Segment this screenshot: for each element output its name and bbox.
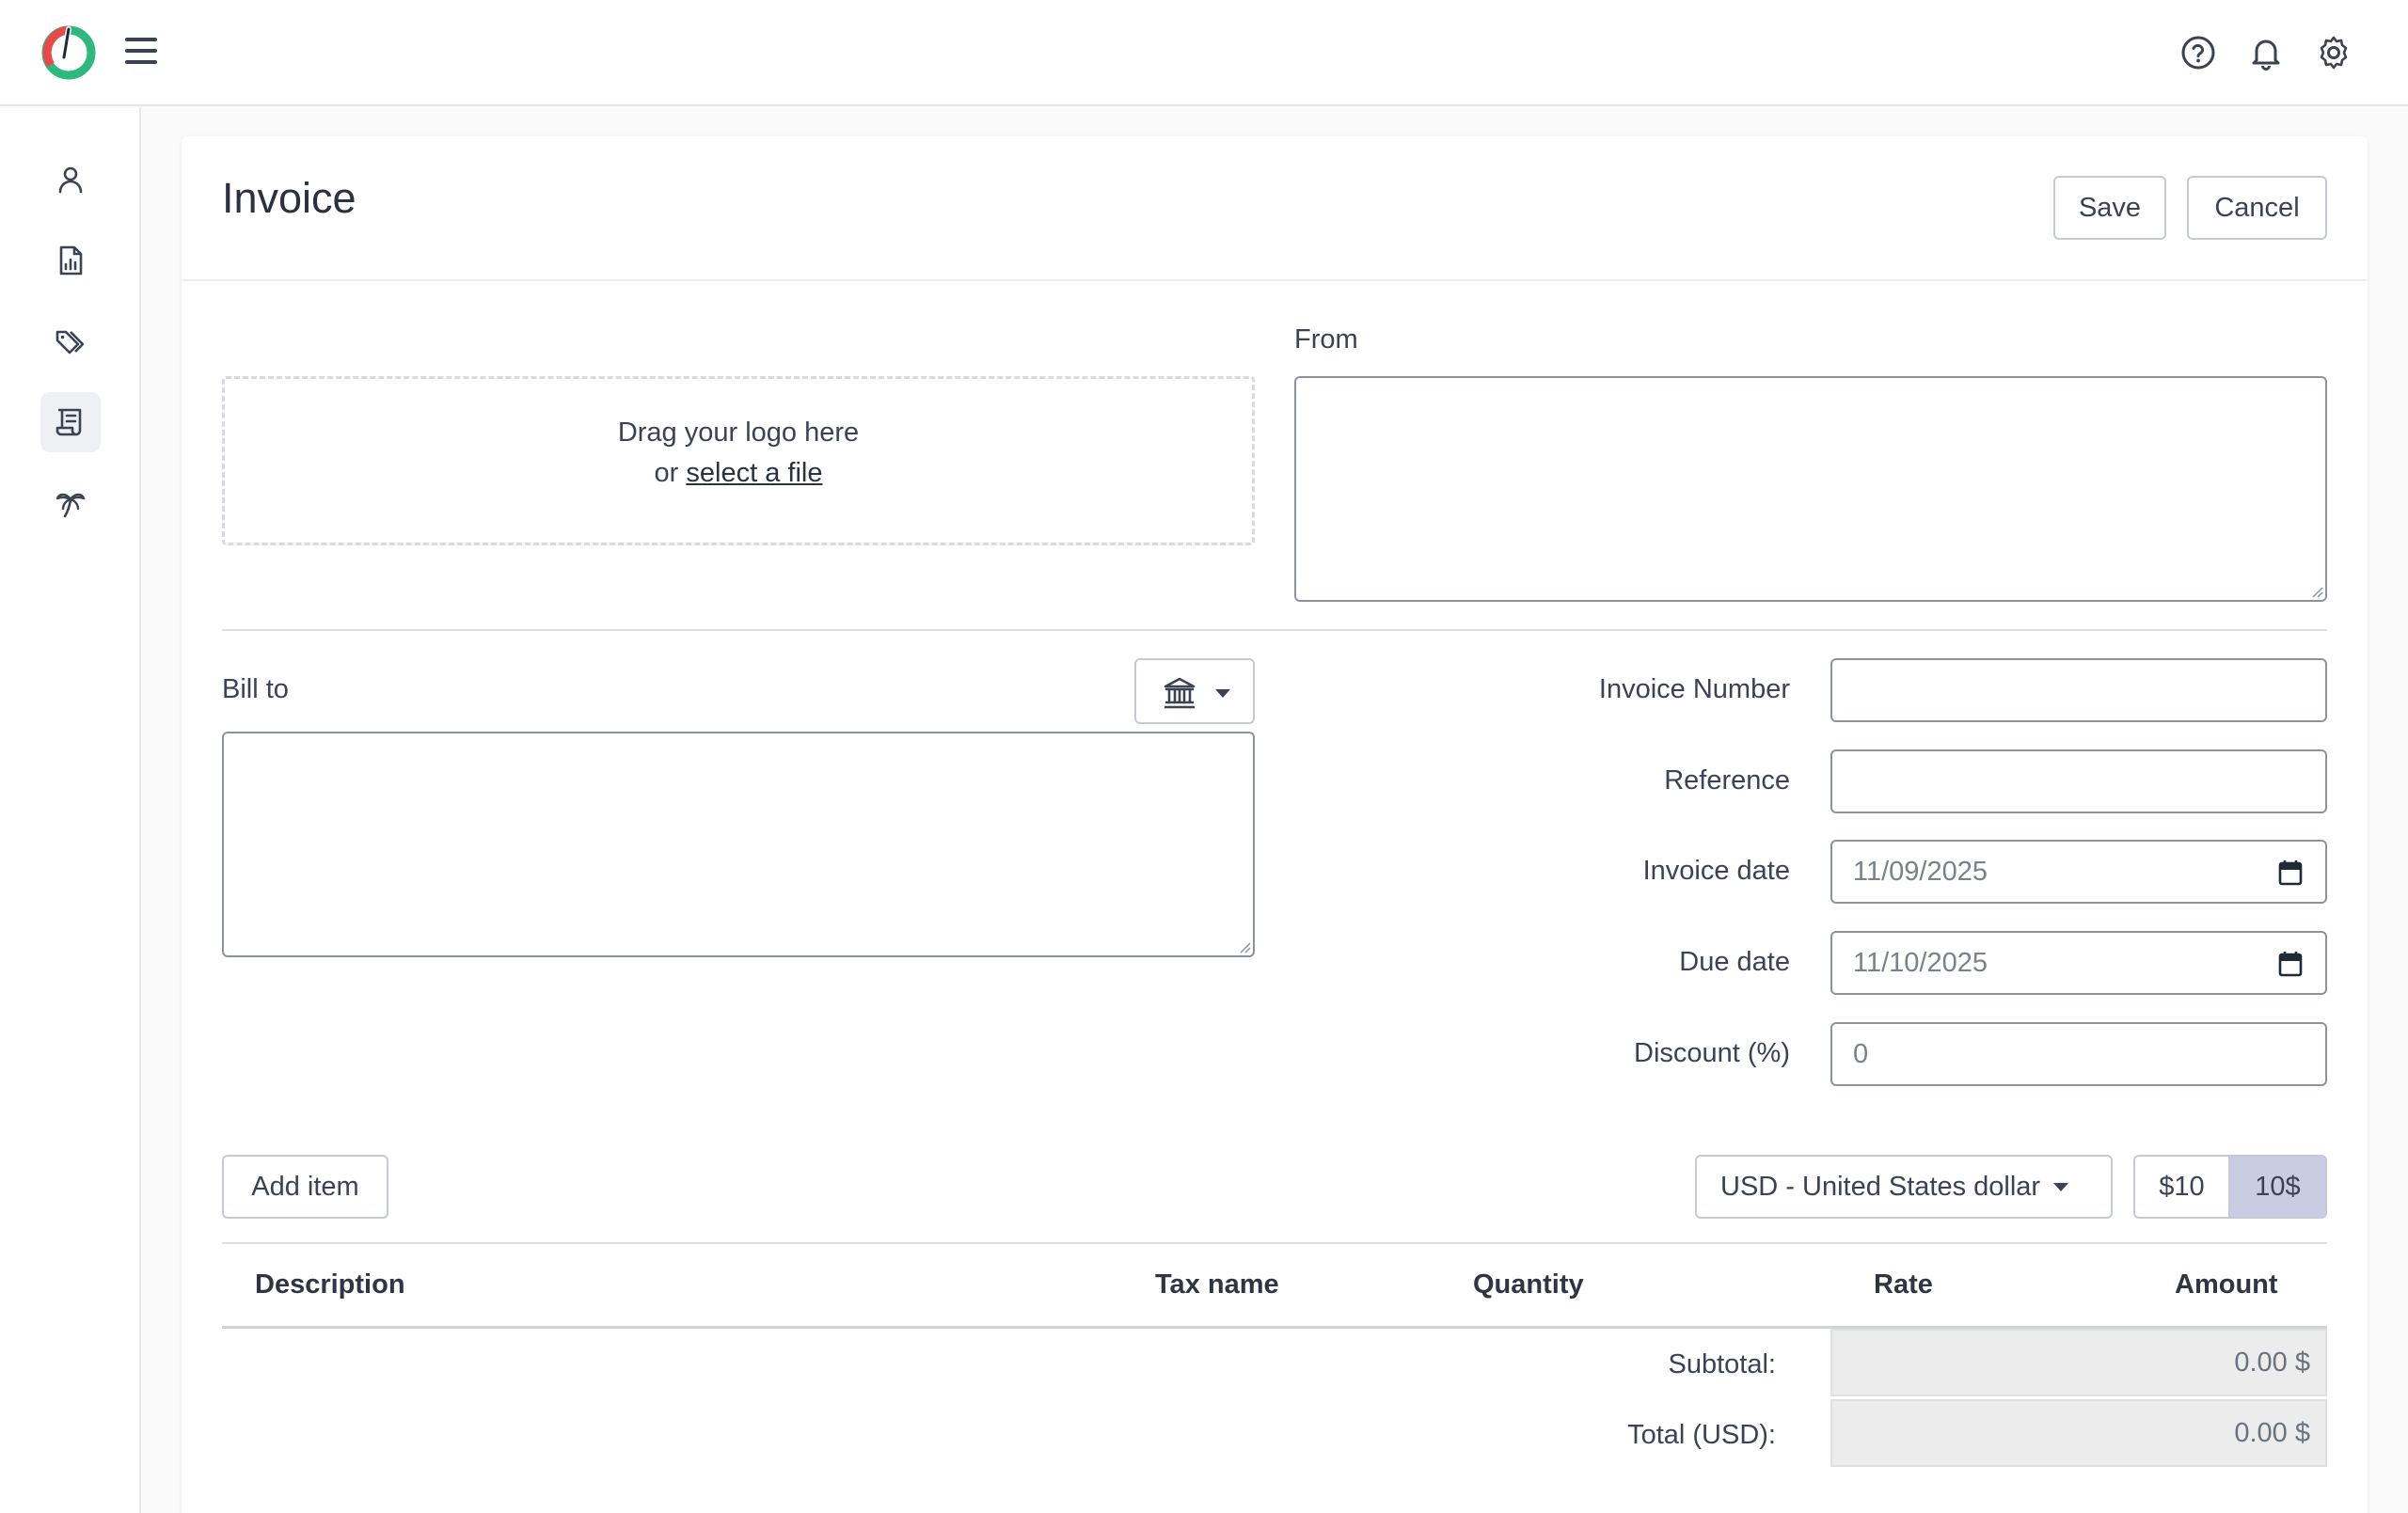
- sidebar-item-tags[interactable]: [40, 311, 101, 371]
- section-divider: [222, 629, 2327, 631]
- bill-to-label: Bill to: [222, 674, 289, 704]
- top-bar: [0, 0, 2408, 106]
- column-header-amount: Amount: [2175, 1269, 2278, 1300]
- dropzone-secondary: or select a file: [225, 453, 1252, 494]
- reference-input[interactable]: [1830, 749, 2327, 813]
- invoice-number-input[interactable]: [1830, 658, 2327, 722]
- subtotal-label: Subtotal:: [1668, 1349, 1776, 1379]
- tags-icon: [55, 330, 85, 355]
- invoice-date-value: 11/09/2025: [1853, 856, 1988, 887]
- help-circle-icon[interactable]: [2179, 34, 2217, 71]
- from-label: From: [1294, 324, 1358, 355]
- due-date-input[interactable]: 11/10/2025: [1830, 931, 2327, 995]
- chevron-down-icon: [1215, 689, 1230, 698]
- card-header: Invoice Save Cancel: [182, 136, 2368, 281]
- add-item-button[interactable]: Add item: [222, 1155, 388, 1219]
- user-icon: [58, 166, 83, 194]
- sidebar-item-leave[interactable]: [40, 473, 101, 533]
- gear-icon[interactable]: [2315, 34, 2353, 71]
- invoice-date-label: Invoice date: [1642, 856, 1790, 886]
- due-date-value: 11/10/2025: [1853, 947, 1988, 978]
- report-icon: [59, 245, 83, 276]
- sidebar-item-clients[interactable]: [40, 150, 101, 210]
- total-value: 0.00 $: [1830, 1399, 2327, 1467]
- bell-icon[interactable]: [2247, 34, 2285, 71]
- sidebar-item-invoices[interactable]: [40, 392, 101, 452]
- currency-select[interactable]: USD - United States dollar: [1695, 1155, 2113, 1219]
- page-title: Invoice: [222, 174, 356, 222]
- palm-tree-icon: [55, 493, 86, 518]
- invoice-icon: [55, 408, 82, 436]
- discount-input[interactable]: 0: [1830, 1022, 2327, 1086]
- dropzone-or: or: [654, 458, 679, 488]
- column-header-rate: Rate: [1874, 1269, 1933, 1300]
- cancel-button[interactable]: Cancel: [2187, 176, 2327, 240]
- currency-value: USD - United States dollar: [1720, 1171, 2041, 1202]
- select-file-link[interactable]: select a file: [686, 458, 822, 488]
- chevron-down-icon: [2053, 1182, 2069, 1191]
- currency-format-toggle: $10 10$: [2133, 1155, 2327, 1219]
- calendar-icon[interactable]: [2278, 859, 2303, 886]
- dropzone-text: Drag your logo here: [617, 418, 860, 448]
- from-textarea[interactable]: [1294, 376, 2327, 602]
- calendar-icon[interactable]: [2278, 951, 2303, 977]
- resize-handle-icon[interactable]: [2310, 585, 2323, 598]
- format-symbol-suffix[interactable]: 10$: [2230, 1155, 2327, 1219]
- bank-icon: [1164, 677, 1196, 709]
- column-header-quantity: Quantity: [1473, 1269, 1584, 1300]
- bill-to-textarea[interactable]: [222, 732, 1255, 957]
- app-logo-icon[interactable]: [41, 25, 96, 80]
- total-label: Total (USD):: [1627, 1420, 1776, 1450]
- invoice-number-label: Invoice Number: [1598, 674, 1790, 704]
- client-picker-button[interactable]: [1134, 658, 1255, 724]
- logo-dropzone[interactable]: Drag your logo here or select a file: [222, 376, 1255, 545]
- column-header-tax-name: Tax name: [1155, 1269, 1279, 1300]
- format-symbol-prefix[interactable]: $10: [2133, 1155, 2230, 1219]
- table-top-divider: [222, 1242, 2327, 1244]
- save-button[interactable]: Save: [2053, 176, 2166, 240]
- invoice-card: Invoice Save Cancel Drag your logo here …: [182, 136, 2368, 1513]
- sidebar-item-reports[interactable]: [40, 230, 101, 291]
- subtotal-value: 0.00 $: [1830, 1329, 2327, 1396]
- hamburger-menu-icon[interactable]: [125, 38, 157, 68]
- column-header-description: Description: [255, 1269, 405, 1300]
- reference-label: Reference: [1664, 765, 1790, 796]
- invoice-date-input[interactable]: 11/09/2025: [1830, 840, 2327, 904]
- discount-label: Discount (%): [1634, 1038, 1790, 1068]
- resize-handle-icon[interactable]: [1238, 940, 1251, 954]
- sidebar: [0, 108, 141, 1513]
- due-date-label: Due date: [1679, 947, 1790, 977]
